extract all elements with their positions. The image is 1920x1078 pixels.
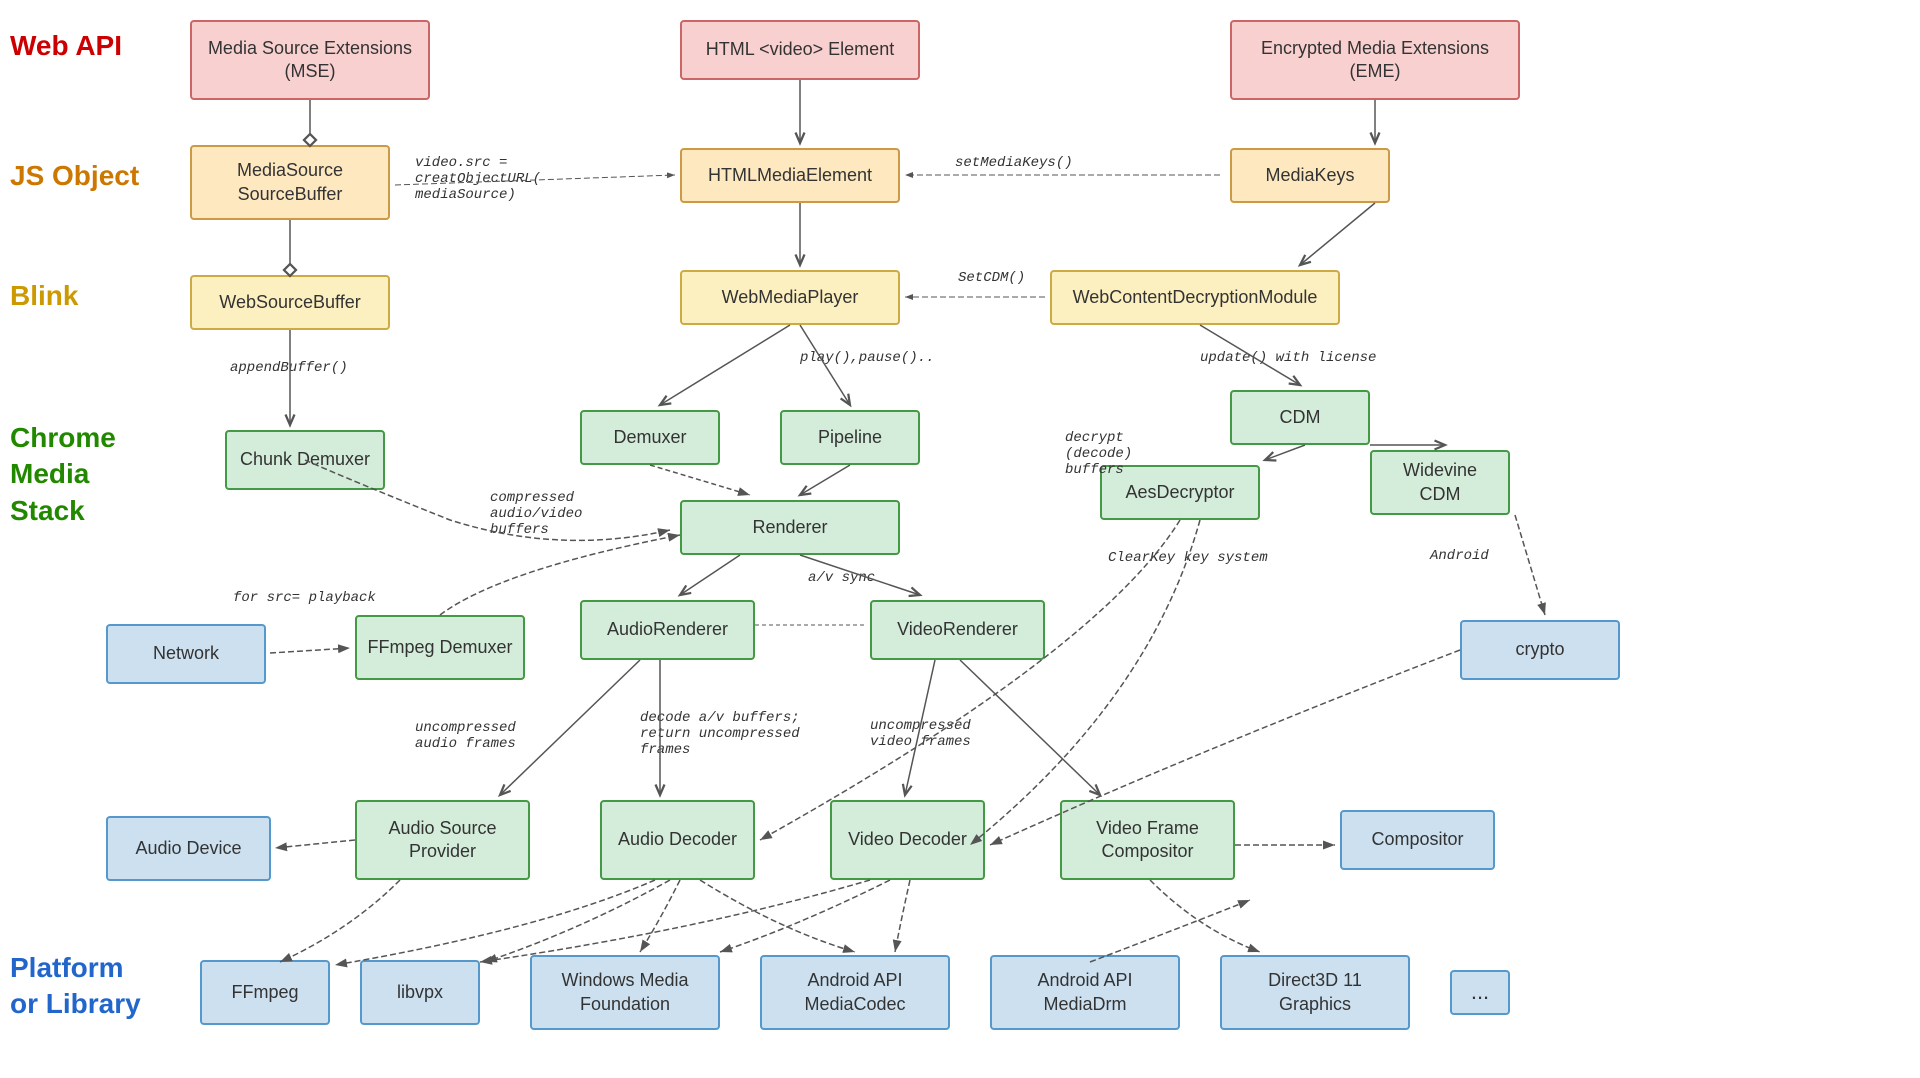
annotation-setmediakeys: setMediaKeys() <box>955 155 1073 171</box>
box-network: Network <box>106 624 266 684</box>
annotation-setcdm: SetCDM() <box>958 270 1025 286</box>
box-ffmpeg: FFmpeg <box>200 960 330 1025</box>
annotation-av-sync: a/v sync <box>808 570 875 586</box>
annotation-clearkey: ClearKey key system <box>1108 550 1268 566</box>
box-videorenderer: VideoRenderer <box>870 600 1045 660</box>
box-audio-decoder: Audio Decoder <box>600 800 755 880</box>
box-audio-source-provider: Audio Source Provider <box>355 800 530 880</box>
annotation-uncompressed-audio: uncompressed audio frames <box>415 720 516 752</box>
box-cdm: CDM <box>1230 390 1370 445</box>
annotation-decrypt-buffers: decrypt (decode) buffers <box>1065 430 1132 478</box>
box-windows-media-foundation: Windows Media Foundation <box>530 955 720 1030</box>
box-html-video: HTML <video> Element <box>680 20 920 80</box>
box-eme: Encrypted Media Extensions (EME) <box>1230 20 1520 100</box>
annotation-compressed-buffers: compressed audio/video buffers <box>490 490 582 538</box>
diagram-container: Web API JS Object Blink Chrome Media Sta… <box>0 0 1920 1078</box>
box-mediakeys: MediaKeys <box>1230 148 1390 203</box>
box-compositor: Compositor <box>1340 810 1495 870</box>
box-android-api-mediadrm: Android API MediaDrm <box>990 955 1180 1030</box>
annotation-video-src: video.src = creatObjectURL( mediaSource) <box>415 155 541 203</box>
box-demuxer: Demuxer <box>580 410 720 465</box>
annotation-update-license: update() with license <box>1200 350 1376 366</box>
box-ellipsis: ... <box>1450 970 1510 1015</box>
box-webmediaplayer: WebMediaPlayer <box>680 270 900 325</box>
label-chromemedia: Chrome Media Stack <box>10 420 116 529</box>
label-platform: Platform or Library <box>10 950 141 1023</box>
box-mse: Media Source Extensions (MSE) <box>190 20 430 100</box>
box-video-frame-compositor: Video Frame Compositor <box>1060 800 1235 880</box>
annotation-android: Android <box>1430 548 1489 564</box>
annotation-playpause: play(),pause().. <box>800 350 934 366</box>
annotation-for-src-playback: for src= playback <box>233 590 376 606</box>
box-audiorenderer: AudioRenderer <box>580 600 755 660</box>
annotation-uncompressed-video: uncompressed video frames <box>870 718 971 750</box>
box-crypto: crypto <box>1460 620 1620 680</box>
box-ffmpeg-demuxer: FFmpeg Demuxer <box>355 615 525 680</box>
box-websourcebuffer: WebSourceBuffer <box>190 275 390 330</box>
label-webapi: Web API <box>10 30 122 62</box>
box-chunk-demuxer: Chunk Demuxer <box>225 430 385 490</box>
box-audio-device: Audio Device <box>106 816 271 881</box>
box-direct3d: Direct3D 11 Graphics <box>1220 955 1410 1030</box>
box-mediasource-sourcebuffer: MediaSource SourceBuffer <box>190 145 390 220</box>
box-renderer: Renderer <box>680 500 900 555</box>
annotation-appendbuffer: appendBuffer() <box>230 360 348 376</box>
box-widevinecdm: Widevine CDM <box>1370 450 1510 515</box>
box-htmlmediaelement: HTMLMediaElement <box>680 148 900 203</box>
box-video-decoder: Video Decoder <box>830 800 985 880</box>
box-webcontentdecryptionmodule: WebContentDecryptionModule <box>1050 270 1340 325</box>
label-blink: Blink <box>10 280 78 312</box>
box-pipeline: Pipeline <box>780 410 920 465</box>
box-android-api-mediacodec: Android API MediaCodec <box>760 955 950 1030</box>
annotation-decode-buffers: decode a/v buffers; return uncompressed … <box>640 710 800 758</box>
label-jsobject: JS Object <box>10 160 139 192</box>
box-libvpx: libvpx <box>360 960 480 1025</box>
